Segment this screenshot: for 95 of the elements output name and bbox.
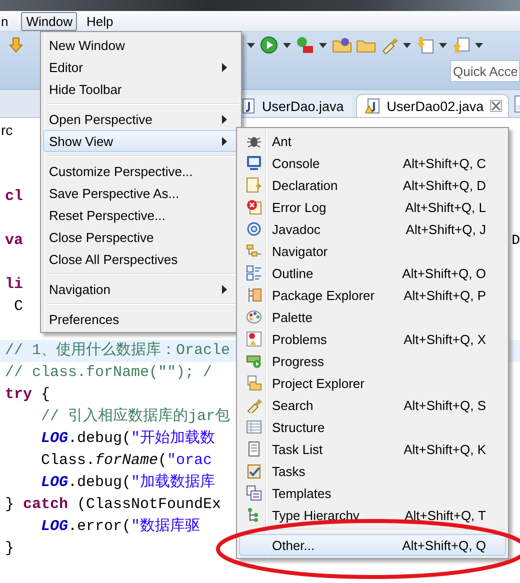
caret-icon — [402, 41, 412, 49]
menu-item[interactable]: Ant — [239, 130, 506, 152]
submenu-arrow-icon — [222, 136, 228, 146]
menu-item[interactable]: Problems Alt+Shift+Q, X — [239, 328, 506, 350]
code-line: LOG.debug("开始加载数 — [40, 428, 216, 449]
menu-item[interactable]: Close All Perspectives — [43, 248, 239, 270]
code-line: LOG.error("数据库驱 — [40, 516, 200, 537]
editor-tab[interactable]: UserDao02.java — [356, 94, 509, 117]
menu-item[interactable]: Templates — [239, 482, 506, 504]
shortcut-label: Alt+Shift+Q, Q — [402, 538, 486, 552]
outline-icon — [246, 265, 262, 281]
template-icon — [246, 485, 262, 501]
menu-item[interactable]: Console Alt+Shift+Q, C — [239, 152, 506, 174]
shortcut-label: Alt+Shift+Q, O — [402, 266, 486, 280]
shortcut-label: Alt+Shift+Q, S — [404, 398, 486, 412]
menu-item[interactable]: Outline Alt+Shift+Q, O — [239, 262, 506, 284]
list-document-icon — [246, 441, 262, 457]
java-file-warning-icon — [364, 98, 381, 114]
menu-item[interactable]: Editor — [43, 56, 239, 78]
code-fragment: D — [512, 232, 520, 251]
folder-icon — [246, 375, 262, 391]
table-icon — [246, 419, 262, 435]
menu-item[interactable]: Navigator — [239, 240, 506, 262]
shortcut-label: Alt+Shift+Q, D — [402, 178, 486, 192]
code-line: Class.forName("orac — [40, 451, 212, 471]
caret-icon — [318, 41, 328, 49]
code-line: try { — [5, 385, 50, 405]
clipboard-check-icon — [246, 463, 262, 479]
shortcut-label: Alt+Shift+Q, J — [406, 222, 486, 236]
menu-item[interactable]: Show View — [43, 130, 239, 152]
menu-bar-item[interactable]: Window — [21, 12, 78, 30]
menu-bar-item[interactable]: n — [0, 12, 14, 30]
shortcut-label: Alt+Shift+Q, T — [404, 508, 486, 522]
folder-icon — [332, 37, 352, 53]
code-line: va — [5, 231, 24, 251]
torch-icon — [246, 397, 262, 413]
menu-item[interactable]: Close Perspective — [43, 226, 239, 248]
code-line: li — [5, 275, 24, 295]
submenu-arrow-icon — [222, 62, 228, 72]
code-line: C — [13, 297, 24, 317]
code-line: // class.forName(""); / — [5, 363, 212, 383]
shortcut-label: Alt+Shift+Q, K — [404, 442, 486, 456]
document-icon — [246, 177, 262, 193]
menu-bar-item[interactable]: Help — [81, 12, 118, 30]
code-line: LOG.debug("加载数据库 — [40, 472, 216, 493]
code-line: } catch (ClassNotFoundEx — [5, 495, 222, 515]
error-icon — [246, 199, 262, 215]
menu-item[interactable]: Progress — [239, 350, 506, 372]
menu-item[interactable]: Other... Alt+Shift+Q, Q — [239, 534, 506, 556]
progress-icon — [246, 353, 262, 369]
monitor-icon — [246, 155, 262, 171]
caret-icon — [474, 41, 484, 49]
menu-item[interactable]: Task List Alt+Shift+Q, K — [239, 438, 506, 460]
folder-tree-icon — [246, 243, 262, 259]
document-arrow-icon — [416, 36, 434, 54]
at-sign-icon — [246, 221, 262, 237]
menu-item[interactable]: Preferences — [43, 308, 239, 330]
arrow-down-icon — [8, 37, 24, 53]
menu-item[interactable]: Structure — [239, 416, 506, 438]
shortcut-label: Alt+Shift+Q, L — [405, 200, 486, 214]
java-file-icon — [240, 98, 256, 114]
menu-item[interactable]: Project Explorer — [239, 372, 506, 394]
close-icon — [490, 100, 502, 112]
breadcrumb-text: rc — [0, 122, 13, 138]
shortcut-label: Alt+Shift+Q, P — [404, 288, 486, 302]
menu-item[interactable]: Tasks — [239, 460, 506, 482]
shortcut-label: Alt+Shift+Q, C — [402, 156, 486, 170]
torch-icon — [380, 36, 398, 54]
submenu-arrow-icon — [222, 114, 228, 124]
menu-item[interactable]: Declaration Alt+Shift+Q, D — [239, 174, 506, 196]
menu-item[interactable]: Javadoc Alt+Shift+Q, J — [239, 218, 506, 240]
shortcut-label: Alt+Shift+Q, X — [404, 332, 486, 346]
menu-item[interactable]: Save Perspective As... — [43, 182, 239, 204]
menu-item[interactable]: Reset Perspective... — [43, 204, 239, 226]
menu-item[interactable]: Palette — [239, 306, 506, 328]
package-tree-icon — [246, 287, 262, 303]
caret-icon — [438, 41, 448, 49]
submenu-arrow-icon — [222, 284, 228, 294]
menu-item[interactable]: New Window — [43, 34, 239, 56]
menu-item[interactable]: Type Hierarchy Alt+Shift+Q, T — [239, 504, 506, 526]
menu-item[interactable]: Package Explorer Alt+Shift+Q, P — [239, 284, 506, 306]
problems-icon — [246, 331, 262, 347]
document-arrow-icon — [452, 36, 470, 54]
code-line: // 1、使用什么数据库：Oracle — [5, 340, 230, 361]
menu-item[interactable]: Customize Perspective... — [43, 160, 239, 182]
code-line: // 引入相应数据库的jar包 — [40, 406, 230, 427]
menu-item[interactable]: Search Alt+Shift+Q, S — [239, 394, 506, 416]
menu-item[interactable]: Navigation — [43, 278, 239, 300]
caret-icon — [282, 41, 292, 49]
menu-item[interactable]: Error Log Alt+Shift+Q, L — [239, 196, 506, 218]
code-line: cl — [5, 187, 24, 207]
palette-icon — [246, 309, 262, 325]
play-icon — [260, 36, 278, 54]
code-line: } — [5, 539, 14, 559]
caret-icon — [246, 41, 256, 49]
